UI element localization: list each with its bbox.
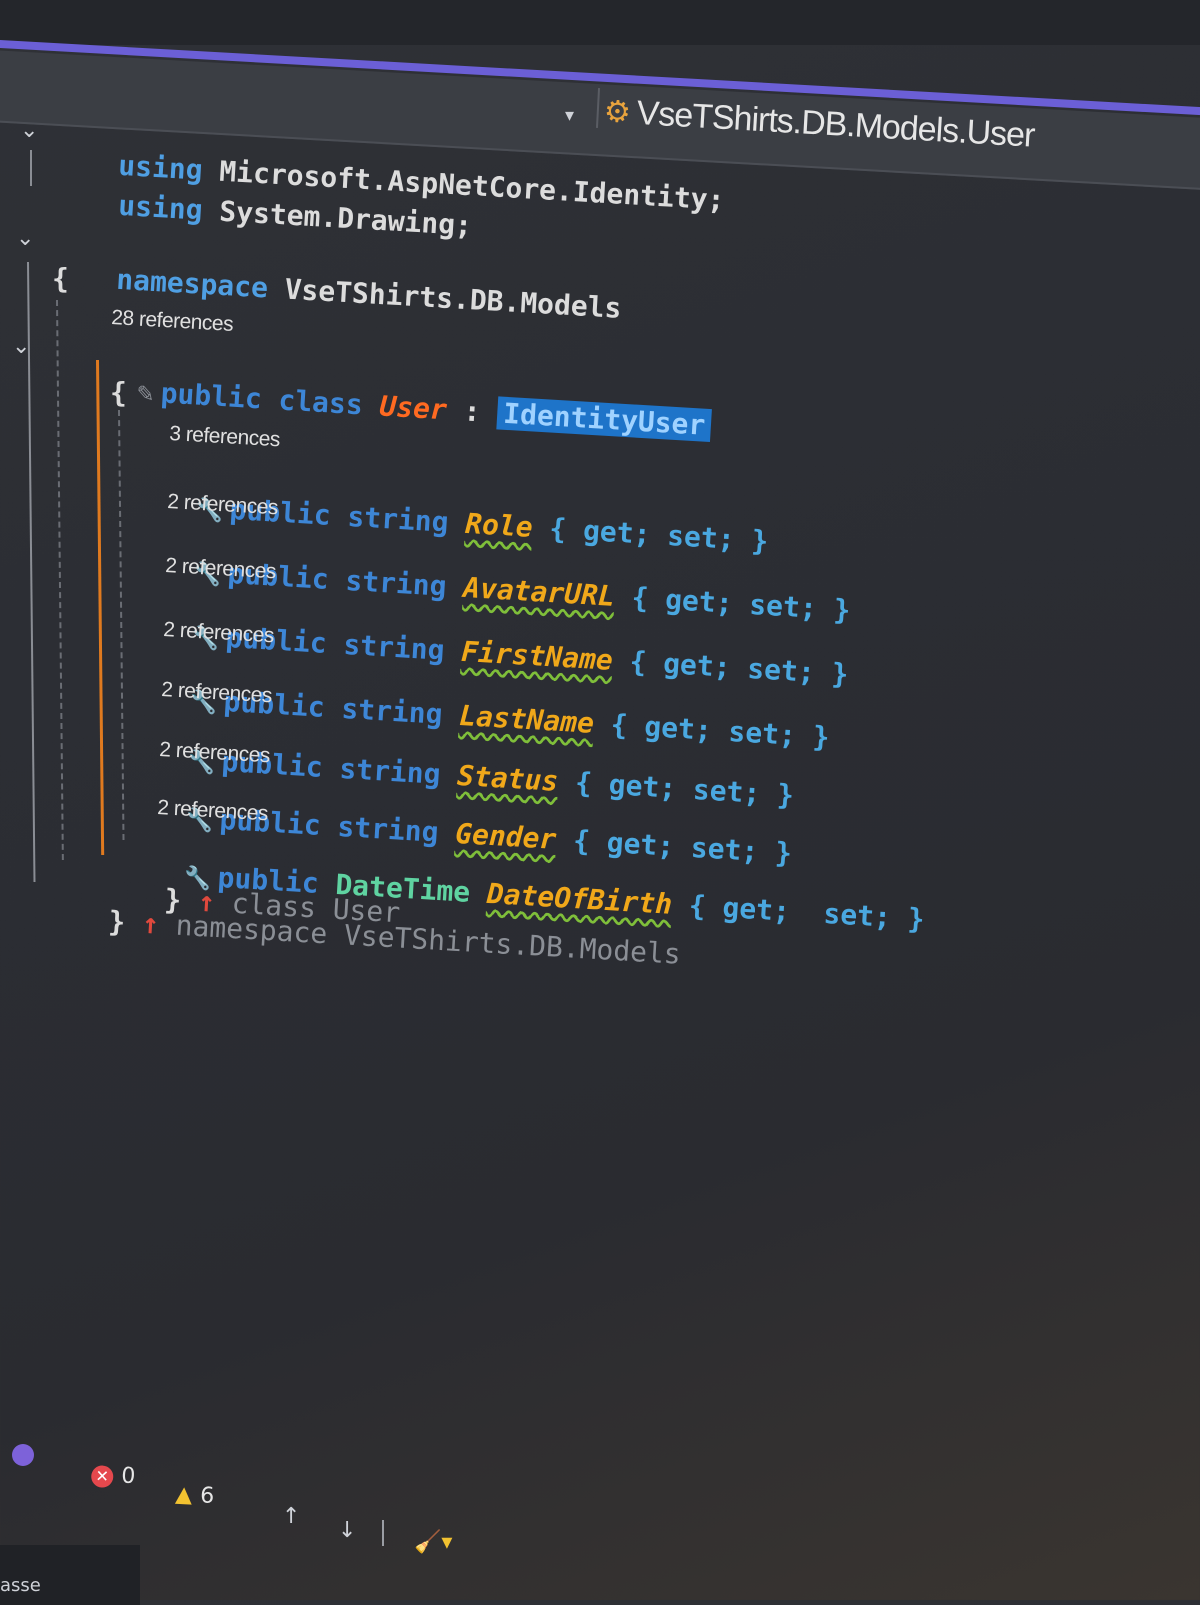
namespace-keyword: namespace — [115, 262, 269, 305]
fold-toggle-usings-icon[interactable]: ⌄ — [20, 118, 38, 143]
namespace-block-guide — [27, 261, 36, 882]
status-bar: ✕ 0 ▲ 6 ↑ ↓ 🧹▾ — [0, 1440, 1200, 1600]
fold-toggle-namespace-icon[interactable]: ⌄ — [16, 226, 34, 251]
code-cleanup-brush-icon[interactable]: 🧹▾ — [414, 1530, 452, 1555]
property-codelens[interactable]: 3 references — [169, 422, 281, 452]
class-modifiers: public class — [159, 376, 364, 422]
using-target: System.Drawing; — [218, 194, 473, 243]
using-keyword: using — [117, 188, 204, 227]
bottom-panel-label: asse — [0, 1575, 41, 1596]
base-class-selected[interactable]: IdentityUser — [496, 396, 713, 443]
class-name: User — [378, 389, 448, 427]
class-open-brace: { — [110, 376, 127, 409]
extension-status-icon[interactable] — [12, 1444, 34, 1472]
namespace-indent-guide — [56, 299, 64, 860]
namespace-line: namespace VseTShirts.DB.Models — [46, 226, 624, 358]
warning-count[interactable]: ▲ 6 — [175, 1482, 215, 1509]
class-declaration-line: ✎ public class User : IdentityUser — [66, 338, 714, 475]
warning-count-value: 6 — [199, 1483, 215, 1510]
error-count-value: 0 — [120, 1463, 136, 1490]
previous-issue-icon[interactable]: ↑ — [282, 1504, 300, 1529]
scope-up-arrow-icon: ↑ — [141, 906, 160, 941]
namespace-close-hint: namespace VseTShirts.DB.Models — [174, 908, 682, 971]
error-count[interactable]: ✕ 0 — [90, 1462, 136, 1490]
warning-icon: ▲ — [174, 1482, 193, 1508]
namespace-close-brace: } — [107, 904, 127, 939]
status-divider — [382, 1520, 384, 1546]
error-icon: ✕ — [90, 1464, 114, 1489]
code-editor[interactable]: ⌄ ⌄ ⌄ using Microsoft.AspNetCore.Identit… — [0, 0, 1200, 1600]
property-accessors: { get; set; } — [687, 888, 926, 936]
base-colon: : — [462, 394, 482, 429]
namespace-name: VseTShirts.DB.Models — [283, 272, 623, 325]
class-quick-action-icon[interactable]: ✎ — [135, 382, 155, 408]
using-block-guide — [30, 150, 32, 186]
namespace-open-brace: { — [52, 262, 69, 295]
next-issue-icon[interactable]: ↓ — [338, 1518, 356, 1543]
